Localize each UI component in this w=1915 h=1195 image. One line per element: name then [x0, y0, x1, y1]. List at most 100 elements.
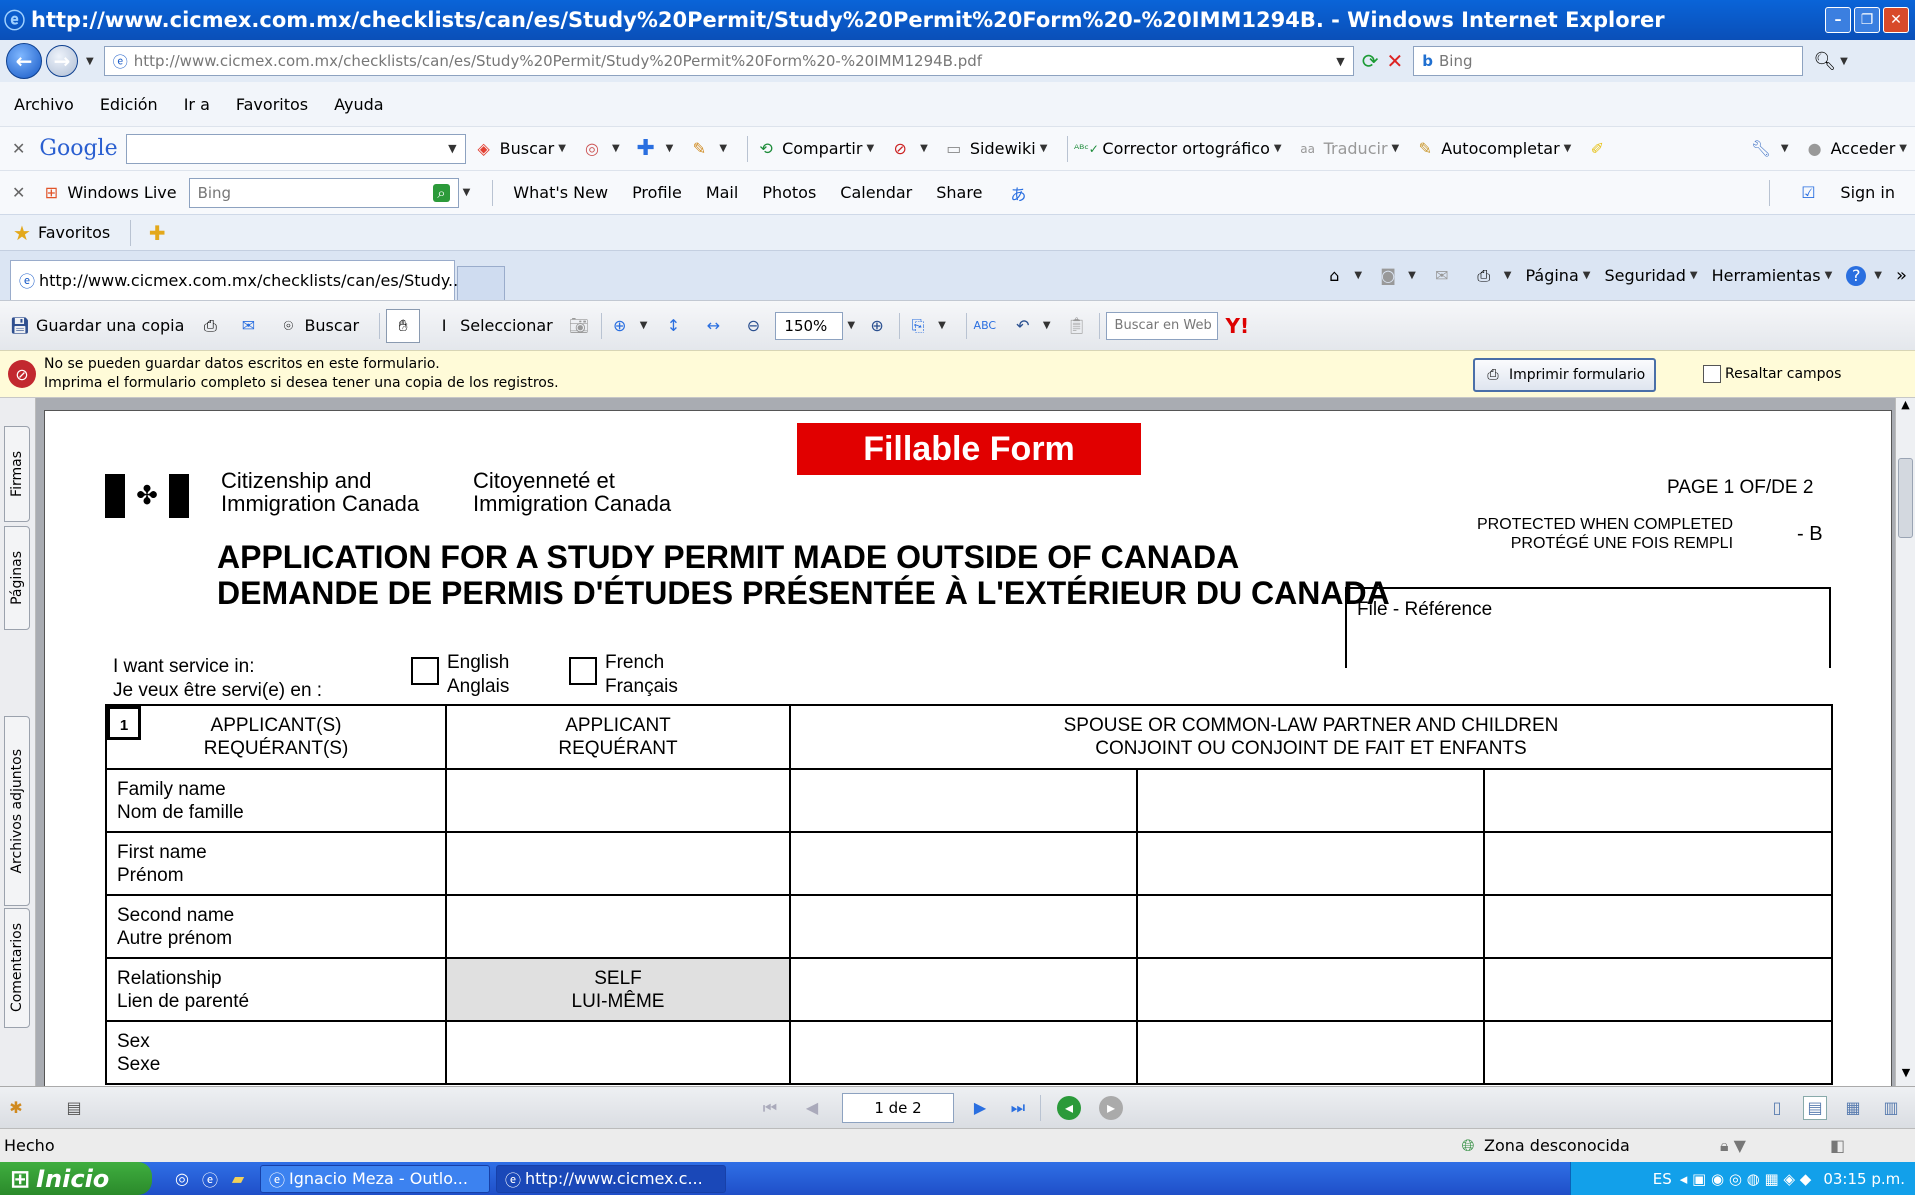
wrench-button[interactable]: 🔧︎ ▼: [1749, 137, 1789, 161]
second-name-member-2[interactable]: [1136, 894, 1485, 959]
page-number-input[interactable]: 1 de 2: [842, 1092, 954, 1123]
mail-button[interactable]: ✉: [1430, 264, 1458, 288]
link-profile[interactable]: Profile: [632, 183, 682, 202]
relationship-member-3[interactable]: [1483, 957, 1833, 1022]
live-signin-link[interactable]: Sign in: [1840, 183, 1895, 202]
family-name-member-2[interactable]: [1136, 768, 1485, 833]
zoom-in-icon[interactable]: ⊕: [865, 314, 889, 338]
next-page-icon[interactable]: ▶: [968, 1096, 992, 1120]
share-button[interactable]: ⟲ Compartir ▼: [754, 137, 874, 161]
close-button[interactable]: ✕: [1883, 7, 1909, 33]
fit-page-icon[interactable]: ↕: [661, 314, 685, 338]
quicklaunch-ie-icon[interactable]: ⓔ: [198, 1167, 222, 1191]
history-dropdown-icon[interactable]: ▼: [86, 56, 94, 67]
highlight-fields-toggle[interactable]: Resaltar campos: [1703, 365, 1841, 383]
tab-comments[interactable]: Comentarios: [4, 908, 30, 1028]
zoom-level-input[interactable]: 150%: [775, 311, 844, 340]
link-whats-new[interactable]: What's New: [513, 183, 608, 202]
google-search-input[interactable]: ▼: [125, 133, 466, 164]
previous-view-icon[interactable]: ◂: [1057, 1095, 1081, 1120]
first-name-member-3[interactable]: [1483, 831, 1833, 896]
link-photos[interactable]: Photos: [762, 183, 816, 202]
translate-button[interactable]: aa Traducir ▼: [1296, 137, 1399, 161]
google-search-button[interactable]: ◈ Buscar ▼: [472, 137, 566, 161]
zoom-out-icon[interactable]: ⊖: [741, 314, 765, 338]
fit-width-icon[interactable]: ↔: [701, 314, 725, 338]
highlighter-button[interactable]: ✐: [1585, 137, 1613, 161]
live-search-input[interactable]: Bing ⌕: [188, 177, 459, 208]
menu-favoritos[interactable]: Favoritos: [236, 95, 308, 114]
first-page-icon[interactable]: ⏮: [758, 1096, 782, 1120]
tab-pages[interactable]: Páginas: [4, 526, 30, 630]
web-search-input[interactable]: Buscar en Web: [1105, 311, 1218, 340]
live-search-icon[interactable]: ⌕: [433, 183, 450, 202]
language-indicator[interactable]: ES: [1653, 1170, 1672, 1188]
help-button[interactable]: ? ▼: [1846, 265, 1882, 286]
paste-icon[interactable]: 📋︎: [1065, 314, 1089, 338]
rotate-pages-button[interactable]: ⎘ ▼: [906, 314, 946, 338]
url-field[interactable]: ⓔ http://www.cicmex.com.mx/checklists/ca…: [103, 46, 1354, 76]
printer-icon[interactable]: ⎙: [198, 314, 222, 338]
scroll-thumb[interactable]: [1898, 458, 1913, 538]
stop-icon[interactable]: ✕: [1386, 49, 1403, 73]
two-up-continuous-icon[interactable]: ▥: [1879, 1096, 1903, 1120]
continuous-view-icon[interactable]: ▤: [1803, 1095, 1827, 1120]
english-checkbox[interactable]: [411, 657, 439, 685]
spellcheck-button[interactable]: ᴬᴮᶜ✓ Corrector ortográfico ▼: [1074, 137, 1282, 161]
tab-signatures[interactable]: Firmas: [4, 426, 30, 522]
translate-icon[interactable]: あ: [1006, 181, 1030, 205]
print-form-button[interactable]: ⎙ Imprimir formulario: [1473, 358, 1656, 392]
search-options-icon[interactable]: ▼: [1840, 56, 1848, 67]
sex-field[interactable]: [445, 1020, 791, 1085]
relationship-member-1[interactable]: [789, 957, 1138, 1022]
home-button[interactable]: ⌂ ▼: [1322, 264, 1362, 288]
security-menu[interactable]: Seguridad ▼: [1604, 266, 1697, 285]
scroll-down-arrow[interactable]: ▼: [1896, 1066, 1915, 1086]
search-icon[interactable]: 🔍︎: [1813, 51, 1836, 72]
previous-page-icon[interactable]: ◀: [800, 1096, 824, 1120]
second-name-field[interactable]: [445, 894, 791, 959]
tab-current[interactable]: ⓔ http://www.cicmex.com.mx/checklists/ca…: [10, 259, 463, 300]
family-name-field[interactable]: [445, 768, 791, 833]
find-button[interactable]: ⌾ Buscar: [276, 314, 359, 338]
zoom-status-icon[interactable]: ◧: [1830, 1136, 1845, 1155]
menu-edicion[interactable]: Edición: [100, 95, 158, 114]
file-reference-box[interactable]: File - Référence: [1345, 587, 1831, 668]
autofill-button[interactable]: ✎ Autocompletar ▼: [1413, 137, 1572, 161]
link-mail[interactable]: Mail: [706, 183, 739, 202]
second-name-member-1[interactable]: [789, 894, 1138, 959]
second-name-member-3[interactable]: [1483, 894, 1833, 959]
zoom-in-tool-button[interactable]: ⊕ ▼: [608, 314, 647, 338]
save-copy-button[interactable]: 💾︎ Guardar una copia: [8, 314, 185, 338]
search-field[interactable]: b Bing: [1413, 46, 1804, 76]
tab-attachments[interactable]: Archivos adjuntos: [4, 716, 30, 906]
sex-member-3[interactable]: [1483, 1020, 1833, 1085]
google-signin-button[interactable]: ● Acceder ▼: [1803, 137, 1907, 161]
refresh-icon[interactable]: ⟳: [1362, 49, 1379, 73]
highlight-button[interactable]: ✎ ▼: [687, 137, 727, 161]
add-favorite-icon[interactable]: ✚: [145, 221, 169, 245]
single-page-view-icon[interactable]: ▯: [1765, 1096, 1789, 1120]
close-toolbar-icon[interactable]: ✕: [12, 183, 25, 202]
chevron-more-icon[interactable]: »: [1896, 265, 1907, 286]
next-view-icon[interactable]: ▸: [1099, 1095, 1123, 1120]
start-button[interactable]: ⊞ Inicio: [0, 1162, 152, 1195]
pagerank-button[interactable]: ◎ ▼: [580, 137, 620, 161]
minimize-button[interactable]: –: [1825, 7, 1851, 33]
url-dropdown-icon[interactable]: ▼: [1336, 55, 1344, 68]
print-button[interactable]: ⎙ ▼: [1472, 264, 1511, 288]
bookmarks-button[interactable]: ✚ ▼: [634, 136, 673, 161]
menu-ayuda[interactable]: Ayuda: [334, 95, 383, 114]
popup-blocker-button[interactable]: ⊘ ▼: [888, 137, 927, 161]
menu-archivo[interactable]: Archivo: [14, 95, 74, 114]
two-up-view-icon[interactable]: ▦: [1841, 1096, 1865, 1120]
select-tool-button[interactable]: I Seleccionar: [432, 314, 553, 338]
vertical-scrollbar[interactable]: ▲ ▼: [1895, 398, 1915, 1086]
menu-ir-a[interactable]: Ir a: [184, 95, 210, 114]
first-name-member-1[interactable]: [789, 831, 1138, 896]
page-menu[interactable]: Página ▼: [1525, 266, 1590, 285]
feeds-button[interactable]: ◙ ▼: [1376, 264, 1415, 288]
email-icon[interactable]: ✉: [236, 314, 260, 338]
sidewiki-button[interactable]: ▭ Sidewiki ▼: [942, 137, 1047, 161]
tray-icons[interactable]: ◂ ▣ ◉ ◎ ◍ ▦ ◈ ◆: [1680, 1170, 1812, 1188]
